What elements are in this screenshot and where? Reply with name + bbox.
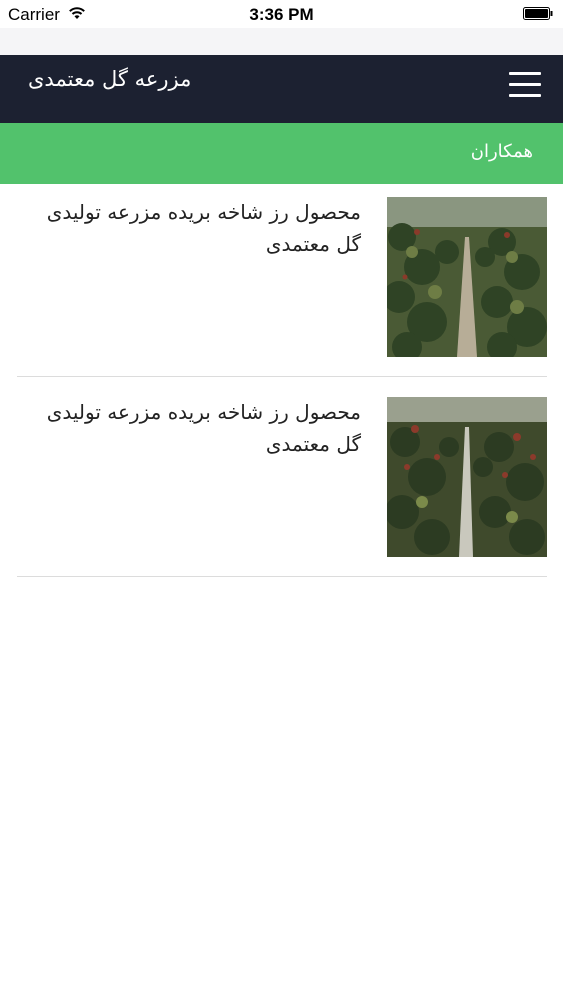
product-image <box>387 397 547 557</box>
section-title: همکاران <box>470 141 533 162</box>
product-image <box>387 197 547 357</box>
navbar: مزرعه گل معتمدی <box>0 55 563 123</box>
section-header: همکاران <box>0 123 563 184</box>
hamburger-menu-icon[interactable] <box>509 72 541 98</box>
list-item[interactable]: محصول رز شاخه بریده مزرعه تولیدی گل معتم… <box>17 384 547 577</box>
clock: 3:36 PM <box>249 5 314 24</box>
status-spacer <box>0 28 563 55</box>
product-title: محصول رز شاخه بریده مزرعه تولیدی گل معتم… <box>46 400 361 456</box>
divider <box>17 576 547 577</box>
battery-icon <box>523 7 553 20</box>
product-title: محصول رز شاخه بریده مزرعه تولیدی گل معتم… <box>46 200 361 256</box>
list-item[interactable]: محصول رز شاخه بریده مزرعه تولیدی گل معتم… <box>17 184 547 377</box>
app-title: مزرعه گل معتمدی <box>28 67 192 91</box>
divider <box>17 376 547 377</box>
status-bar: Carrier 3:36 PM <box>0 0 563 28</box>
